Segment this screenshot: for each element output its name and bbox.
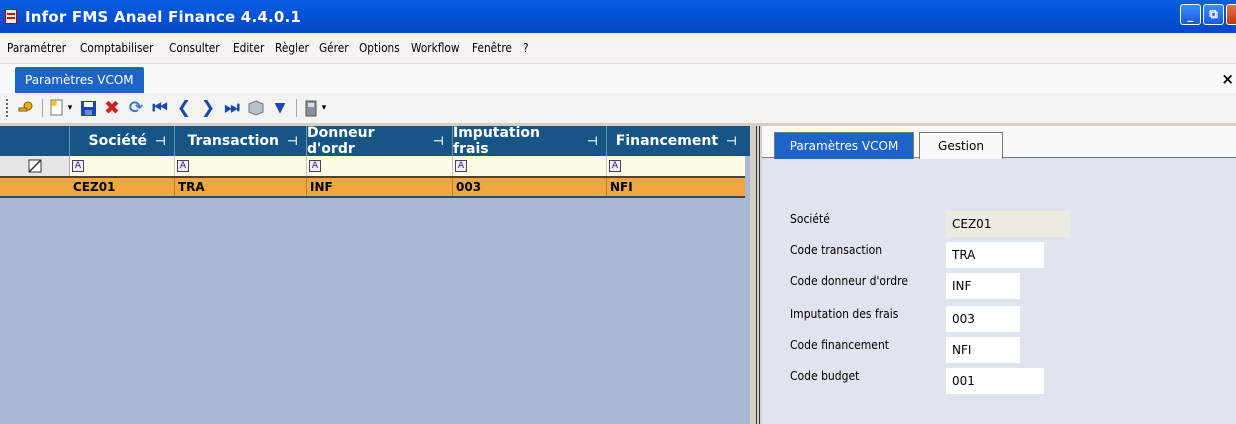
- label-code-transaction: Code transaction: [790, 243, 883, 257]
- export-icon[interactable]: [300, 97, 322, 119]
- grid-header: Société ⊣ Transaction ⊣ Donneur d'ordr ⊣ Im…: [0, 125, 750, 157]
- pin-icon[interactable]: ⊣: [155, 134, 166, 148]
- details-panel: Paramètres VCOM Gestion Société CEZ01 Co…: [762, 126, 1236, 424]
- new-dropdown-chevron-icon[interactable]: ▾: [66, 97, 74, 119]
- column-header-label: Imputation frais: [453, 125, 541, 157]
- pin-icon[interactable]: ⊣: [287, 134, 298, 148]
- column-header-label: Société: [88, 133, 148, 149]
- field-imputation-frais[interactable]: 003: [946, 306, 1020, 332]
- menu-help[interactable]: ?: [523, 41, 529, 55]
- filter-type-icon[interactable]: A: [177, 160, 189, 172]
- filter-cell-financement[interactable]: A: [607, 156, 745, 176]
- filter-row: A A A A A: [0, 156, 745, 176]
- menu-bar: Paramétrer Comptabiliser Consulter Edite…: [0, 33, 1236, 63]
- filter-type-icon[interactable]: A: [309, 160, 321, 172]
- document-tab-bar: Paramètres VCOM ×: [0, 63, 1236, 93]
- title-bar[interactable]: Infor FMS Anael Finance 4.4.0.1 _ ⧉: [0, 0, 1236, 33]
- filter-icon[interactable]: ▼: [269, 97, 291, 119]
- close-document-icon[interactable]: ×: [1221, 70, 1234, 88]
- menu-fenetre[interactable]: Fenêtre: [472, 41, 512, 55]
- pin-icon[interactable]: ⊣: [433, 134, 444, 148]
- label-code-budget: Code budget: [790, 369, 860, 383]
- menu-workflow[interactable]: Workflow: [411, 41, 459, 55]
- first-record-icon[interactable]: ⏮: [149, 97, 171, 119]
- close-button[interactable]: [1226, 4, 1236, 25]
- clear-filter-icon[interactable]: [0, 156, 70, 176]
- previous-record-icon[interactable]: ❮: [173, 97, 195, 119]
- field-code-transaction[interactable]: TRA: [946, 242, 1044, 268]
- label-code-donneur-ordre: Code donneur d'ordre: [790, 274, 908, 288]
- document-tab-parametres-vcom[interactable]: Paramètres VCOM: [15, 67, 144, 93]
- menu-parametrer[interactable]: Paramétrer: [7, 41, 66, 55]
- label-societe: Société: [790, 212, 830, 226]
- column-header-donneur-ordre[interactable]: Donneur d'ordr ⊣: [307, 125, 453, 157]
- table-row[interactable]: CEZ01 TRA INF 003 NFI: [0, 176, 745, 198]
- delete-icon[interactable]: ✖: [101, 97, 123, 119]
- column-header-label: Transaction: [187, 133, 280, 149]
- column-header-financement[interactable]: Financement ⊣: [607, 126, 745, 156]
- column-header-imputation-frais[interactable]: Imputation frais ⊣: [453, 125, 607, 157]
- filter-cell-transaction[interactable]: A: [175, 156, 307, 176]
- cube-icon[interactable]: [245, 97, 267, 119]
- cell-imputation-frais[interactable]: 003: [453, 178, 607, 196]
- toolbar-separator: [296, 99, 297, 117]
- cell-financement[interactable]: NFI: [607, 178, 745, 196]
- menu-gerer[interactable]: Gérer: [319, 41, 349, 55]
- pin-icon[interactable]: ⊣: [726, 134, 737, 148]
- export-dropdown-chevron-icon[interactable]: ▾: [320, 97, 328, 119]
- toolbar: ▾ ✖ ⟳ ⏮ ❮ ❯ ⏭ ▼ ▾: [0, 93, 1236, 123]
- pin-icon[interactable]: ⊣: [587, 134, 598, 148]
- label-code-financement: Code financement: [790, 338, 890, 352]
- field-code-donneur-ordre[interactable]: INF: [946, 273, 1020, 299]
- maximize-button[interactable]: ⧉: [1203, 4, 1224, 25]
- refresh-icon[interactable]: ⟳: [125, 97, 147, 119]
- key-icon[interactable]: [15, 97, 37, 119]
- panel-splitter[interactable]: [750, 126, 762, 424]
- app-icon: [4, 8, 20, 25]
- last-record-icon[interactable]: ⏭: [221, 97, 243, 119]
- filter-cell-imputation-frais[interactable]: A: [453, 156, 607, 176]
- column-header-label: Donneur d'ordr: [307, 125, 375, 157]
- save-icon[interactable]: [77, 97, 99, 119]
- cell-donneur-ordre[interactable]: INF: [307, 178, 453, 196]
- toolbar-separator: [42, 99, 43, 117]
- cell-transaction[interactable]: TRA: [175, 178, 307, 196]
- details-tab-strip: Paramètres VCOM Gestion: [762, 126, 1236, 159]
- column-header-societe[interactable]: Société ⊣: [70, 126, 175, 156]
- filter-type-icon[interactable]: A: [455, 160, 467, 172]
- tab-parametres-vcom[interactable]: Paramètres VCOM: [774, 132, 914, 159]
- field-code-budget[interactable]: 001: [946, 368, 1044, 394]
- tab-gestion[interactable]: Gestion: [919, 132, 1003, 159]
- window-title: Infor FMS Anael Finance 4.4.0.1: [25, 7, 302, 26]
- column-header-transaction[interactable]: Transaction ⊣: [175, 126, 307, 156]
- filter-type-icon[interactable]: A: [609, 160, 621, 172]
- minimize-button[interactable]: _: [1180, 4, 1201, 25]
- field-code-financement[interactable]: NFI: [946, 337, 1020, 363]
- menu-comptabiliser[interactable]: Comptabiliser: [80, 41, 153, 55]
- next-record-icon[interactable]: ❯: [197, 97, 219, 119]
- filter-type-icon[interactable]: A: [72, 160, 84, 172]
- filter-cell-donneur-ordre[interactable]: A: [307, 156, 453, 176]
- menu-editer[interactable]: Editer: [233, 41, 264, 55]
- new-document-icon[interactable]: [46, 97, 68, 119]
- label-imputation-frais: Imputation des frais: [790, 307, 899, 321]
- menu-options[interactable]: Options: [359, 41, 400, 55]
- toolbar-grip[interactable]: [6, 99, 9, 117]
- cell-societe[interactable]: CEZ01: [70, 178, 175, 196]
- column-header-label: Financement: [615, 133, 719, 149]
- field-societe: CEZ01: [946, 211, 1070, 237]
- menu-regler[interactable]: Règler: [275, 41, 309, 55]
- menu-consulter[interactable]: Consulter: [169, 41, 220, 55]
- filter-cell-societe[interactable]: A: [70, 156, 175, 176]
- records-grid: Société ⊣ Transaction ⊣ Donneur d'ordr ⊣ Im…: [0, 125, 750, 424]
- row-selector-header: [0, 126, 70, 156]
